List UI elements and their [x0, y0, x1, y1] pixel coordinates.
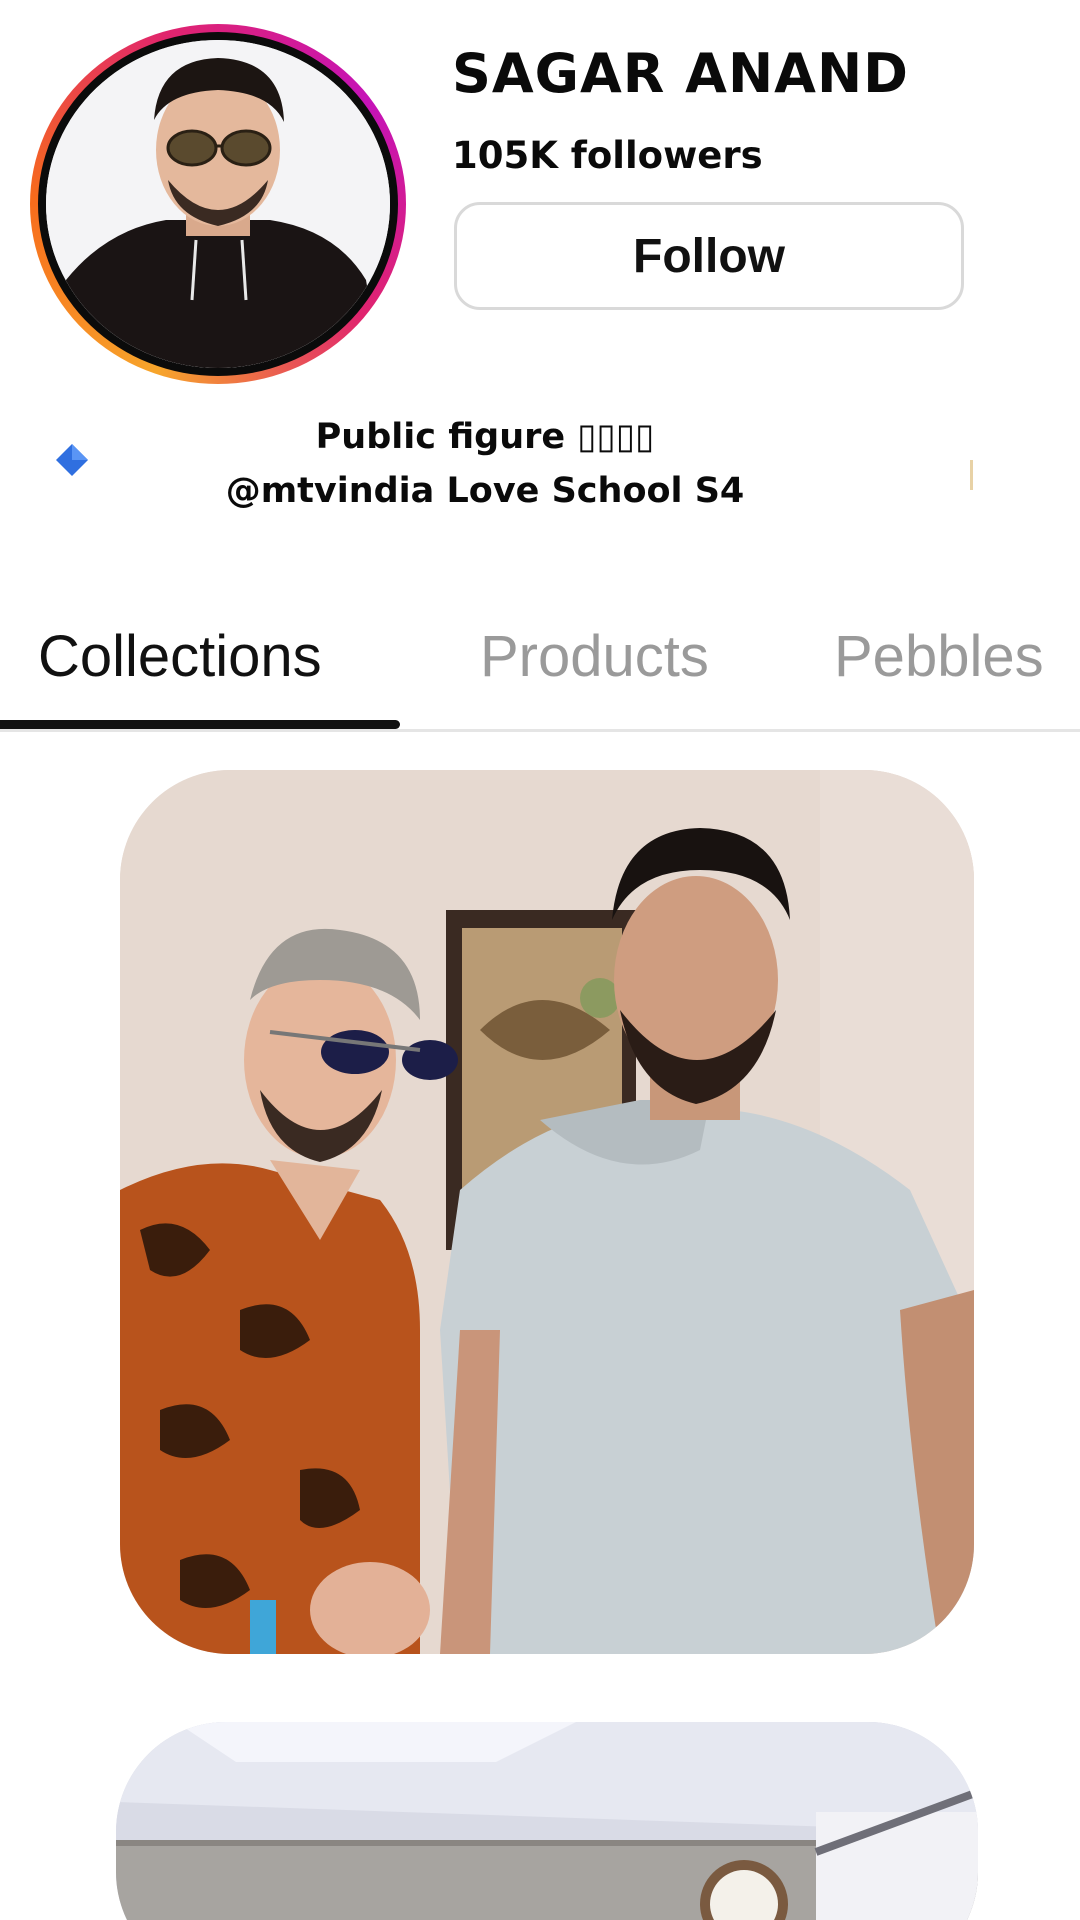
tab-pebbles[interactable]: Pebbles	[834, 612, 1044, 722]
profile-page: SAGAR ANAND 105K followers Follow Public…	[0, 0, 1080, 1920]
collection-photo-icon	[120, 770, 974, 1654]
bio: Public figure ▯▯▯▯ @mtvindia Love School…	[140, 410, 830, 518]
profile-photo-icon	[46, 40, 390, 368]
bio-line-1: Public figure ▯▯▯▯	[315, 417, 655, 457]
tab-products[interactable]: Products	[480, 612, 709, 722]
avatar-story-ring[interactable]	[30, 24, 406, 384]
follow-button[interactable]: Follow	[454, 202, 964, 310]
active-tab-indicator	[0, 720, 400, 729]
bio-divider	[970, 460, 973, 490]
avatar[interactable]	[38, 32, 398, 376]
collection-photo-icon	[116, 1722, 978, 1920]
collection-card[interactable]	[120, 770, 974, 1654]
tab-collections[interactable]: Collections	[38, 612, 322, 722]
blue-diamond-icon	[56, 444, 88, 476]
profile-tabs: Collections Products Pebbles	[0, 612, 1080, 732]
bio-line-2: @mtvindia Love School S4	[225, 471, 745, 511]
collection-card[interactable]	[116, 1722, 978, 1920]
profile-name: SAGAR ANAND	[452, 42, 909, 105]
follower-count: 105K followers	[452, 134, 763, 177]
